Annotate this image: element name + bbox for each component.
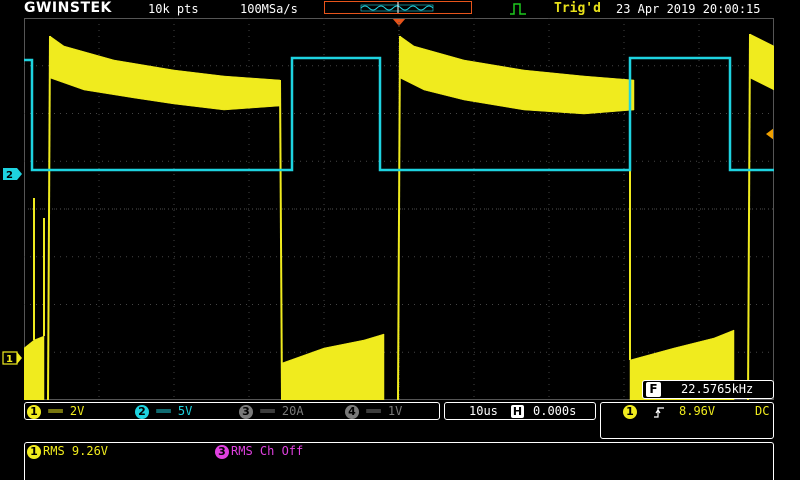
meas2-source-badge: 3 — [215, 445, 229, 459]
ch4-scale: 1V — [387, 404, 403, 418]
ch3-settings[interactable]: 3 ══ 20A — [239, 404, 304, 419]
ch1-waveform — [24, 33, 774, 400]
channel-bar: 1 ══ 2V 2 ══ 5V 3 ══ 20A 4 ══ 1V — [24, 402, 440, 420]
ch1-scale: 2V — [69, 404, 85, 418]
ch4-badge: 4 — [345, 405, 359, 419]
ch2-settings[interactable]: 2 ══ 5V — [135, 404, 192, 419]
ch2-scale: 5V — [177, 404, 193, 418]
measurement-panel: 1 RMS 9.26V 3 RMS Ch Off — [24, 442, 774, 480]
ch1-badge: 1 — [27, 405, 41, 419]
horizontal-position-icon: H — [511, 405, 524, 418]
ch3-scale: 20A — [281, 404, 304, 418]
frequency-value: 22.5765kHz — [681, 382, 754, 396]
trigger-source-badge: 1 — [623, 405, 637, 419]
ch1-settings[interactable]: 1 ══ 2V — [27, 404, 84, 419]
timebase-scale: 10us — [469, 404, 498, 418]
frequency-label: F — [646, 382, 661, 397]
timebase-settings[interactable]: 10us H 0.000s — [444, 402, 596, 420]
trigger-level: 8.96V — [679, 404, 716, 418]
horizontal-position: 0.000s — [533, 404, 577, 418]
ch4-settings[interactable]: 4 ══ 1V — [345, 404, 402, 419]
meas1-value[interactable]: RMS 9.26V — [43, 444, 108, 458]
ch1-marker-label: 1 — [6, 354, 13, 365]
meas1-source-badge: 1 — [27, 445, 41, 459]
frequency-counter[interactable]: F 22.5765kHz — [642, 380, 774, 399]
trigger-coupling: DC — [755, 404, 770, 418]
ch3-badge: 3 — [239, 405, 253, 419]
ch2-badge: 2 — [135, 405, 149, 419]
ch2-marker-label: 2 — [6, 170, 13, 181]
trigger-settings[interactable]: 1 8.96V DC — [600, 402, 774, 439]
meas2-value[interactable]: RMS Ch Off — [231, 444, 303, 458]
waveform-display[interactable] — [24, 18, 774, 400]
rising-edge-icon — [654, 407, 664, 418]
